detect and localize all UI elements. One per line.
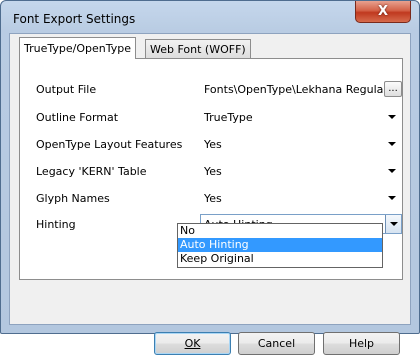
glyph-names-select[interactable]: Yes bbox=[200, 188, 402, 208]
outline-format-select[interactable]: TrueType bbox=[200, 107, 402, 127]
chevron-down-icon bbox=[388, 169, 396, 173]
output-file-field[interactable]: Fonts\OpenType\Lekhana Regular.otf bbox=[200, 79, 402, 99]
chevron-down-icon bbox=[388, 196, 396, 200]
glyph-names-value: Yes bbox=[204, 191, 222, 205]
help-label: Help bbox=[348, 337, 375, 350]
dropdown-option-no[interactable]: No bbox=[178, 224, 382, 238]
output-file-label: Output File bbox=[36, 83, 97, 96]
chevron-down-icon bbox=[388, 142, 396, 146]
dropdown-option-auto-hinting[interactable]: Auto Hinting bbox=[178, 238, 382, 252]
chevron-down-icon bbox=[388, 115, 396, 119]
tab-web-font-woff[interactable]: Web Font (WOFF) bbox=[145, 39, 251, 59]
layout-features-value: Yes bbox=[204, 137, 222, 151]
ok-button[interactable]: OK bbox=[154, 332, 231, 355]
window-title: Font Export Settings bbox=[13, 12, 136, 26]
close-icon: X bbox=[377, 4, 389, 19]
output-file-value: Fonts\OpenType\Lekhana Regular.otf bbox=[204, 82, 402, 96]
glyph-names-label: Glyph Names bbox=[36, 192, 110, 205]
dropdown-button[interactable] bbox=[385, 215, 401, 233]
cancel-button[interactable]: Cancel bbox=[238, 332, 315, 355]
hinting-dropdown-list: No Auto Hinting Keep Original bbox=[177, 223, 383, 268]
dialog-client-area: TrueType/OpenType Web Font (WOFF) Output… bbox=[9, 33, 411, 355]
layout-features-label: OpenType Layout Features bbox=[36, 138, 183, 151]
ok-label: OK bbox=[184, 337, 201, 350]
dialog-window: Font Export Settings X TrueType/OpenType… bbox=[0, 0, 420, 355]
browse-button[interactable]: ... bbox=[384, 81, 402, 97]
kern-table-select[interactable]: Yes bbox=[200, 161, 402, 181]
cancel-label: Cancel bbox=[257, 337, 296, 350]
outline-format-label: Outline Format bbox=[36, 111, 119, 124]
hinting-label: Hinting bbox=[36, 218, 76, 231]
layout-features-select[interactable]: Yes bbox=[200, 134, 402, 154]
close-button[interactable]: X bbox=[355, 1, 411, 23]
kern-table-label: Legacy 'KERN' Table bbox=[36, 165, 147, 178]
help-button[interactable]: Help bbox=[323, 332, 400, 355]
tab-truetype-opentype[interactable]: TrueType/OpenType bbox=[19, 37, 136, 59]
chevron-down-icon bbox=[389, 222, 398, 226]
outline-format-value: TrueType bbox=[204, 110, 253, 124]
dropdown-option-keep-original[interactable]: Keep Original bbox=[178, 252, 382, 266]
kern-table-value: Yes bbox=[204, 164, 222, 178]
